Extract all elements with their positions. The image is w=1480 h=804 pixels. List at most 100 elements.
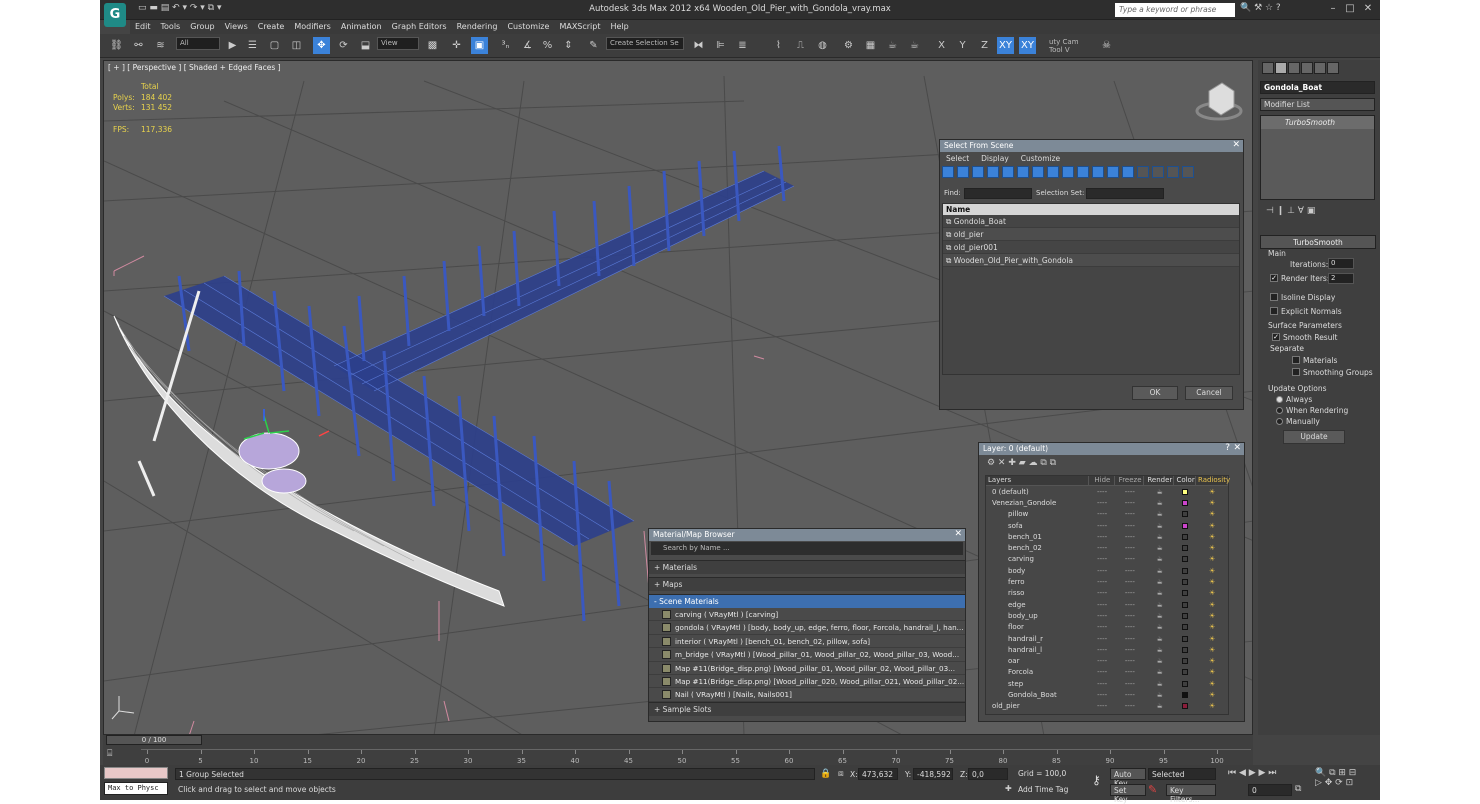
layer-hide-toggle[interactable]: ---- bbox=[1089, 488, 1115, 496]
turbosmooth-rollout-header[interactable]: TurboSmooth bbox=[1260, 235, 1376, 249]
close-icon[interactable]: ✕ bbox=[1232, 140, 1240, 150]
axis-xy-button[interactable]: XY bbox=[997, 37, 1014, 54]
layer-hide-toggle[interactable]: ---- bbox=[1089, 601, 1115, 609]
layer-color-swatch[interactable] bbox=[1175, 544, 1197, 552]
material-list-item[interactable]: carving ( VRayMtl ) [carving] bbox=[649, 608, 965, 622]
select-object-icon[interactable]: ▶ bbox=[224, 37, 241, 54]
spinner-snap-icon[interactable]: ⇕ bbox=[560, 37, 577, 54]
list-item[interactable]: ⧉ old_pier001 bbox=[943, 241, 1239, 254]
layer-row[interactable]: body_up ---- ---- ☕ ☀ bbox=[986, 610, 1228, 621]
layer-row[interactable]: sofa ---- ---- ☕ ☀ bbox=[986, 520, 1228, 531]
layer-hide-toggle[interactable]: ---- bbox=[1089, 680, 1115, 688]
current-frame-field[interactable]: 0 bbox=[1248, 784, 1292, 796]
material-list-item[interactable]: Map #11(Bridge_disp.png) [Wood_pillar_02… bbox=[649, 675, 965, 689]
layer-row[interactable]: edge ---- ---- ☕ ☀ bbox=[986, 599, 1228, 610]
layer-row[interactable]: body ---- ---- ☕ ☀ bbox=[986, 565, 1228, 576]
teapot-render-icon[interactable]: ☕ bbox=[1145, 578, 1175, 586]
teapot-render-icon[interactable]: ☕ bbox=[1145, 555, 1175, 563]
material-list-item[interactable]: Map #11(Bridge_disp.png) [Wood_pillar_01… bbox=[649, 662, 965, 675]
layer-color-swatch[interactable] bbox=[1174, 499, 1196, 507]
material-list-item[interactable]: gondola ( VRayMtl ) [body, body_up, edge… bbox=[649, 621, 965, 635]
stack-item-turbosmooth[interactable]: TurboSmooth bbox=[1261, 116, 1374, 129]
layer-hide-toggle[interactable]: ---- bbox=[1089, 555, 1115, 563]
layer-name[interactable]: body bbox=[986, 567, 1089, 575]
teapot-render-icon[interactable]: ☕ bbox=[1145, 623, 1175, 631]
lock-selection-icon[interactable]: 🔒 bbox=[820, 769, 831, 779]
axis-xy-cycle-button[interactable]: XY bbox=[1019, 37, 1036, 54]
close-button[interactable]: ✕ bbox=[1360, 3, 1376, 17]
layer-freeze-toggle[interactable]: ---- bbox=[1115, 589, 1145, 597]
ok-button[interactable]: OK bbox=[1132, 386, 1178, 400]
axis-z-button[interactable]: Z bbox=[976, 37, 993, 54]
section-scene-materials[interactable]: - Scene Materials bbox=[649, 594, 965, 608]
reference-coordinate-dropdown[interactable]: View bbox=[377, 37, 419, 50]
teapot-render-icon[interactable]: ☕ bbox=[1145, 567, 1175, 575]
layer-manager-icon[interactable]: ≣ bbox=[734, 37, 751, 54]
separate-materials-checkbox[interactable] bbox=[1292, 356, 1300, 364]
teapot-render-icon[interactable]: ☕ bbox=[1145, 691, 1175, 699]
layer-hide-toggle[interactable]: ---- bbox=[1089, 533, 1115, 541]
always-radio[interactable] bbox=[1276, 396, 1283, 403]
utility-label[interactable]: uty Cam Tool V bbox=[1046, 37, 1096, 54]
selection-filter-dropdown[interactable]: All bbox=[176, 37, 220, 50]
layer-row[interactable]: risso ---- ---- ☕ ☀ bbox=[986, 588, 1228, 599]
material-list-item[interactable]: Nail ( VRayMtl ) [Nails, Nails001] bbox=[649, 688, 965, 702]
layer-freeze-toggle[interactable]: ---- bbox=[1115, 668, 1145, 676]
layer-color-swatch[interactable] bbox=[1175, 646, 1197, 654]
layer-row[interactable]: floor ---- ---- ☕ ☀ bbox=[986, 622, 1228, 633]
col-radiosity[interactable]: Radiosity bbox=[1196, 476, 1230, 485]
layer-hide-toggle[interactable]: ---- bbox=[1089, 623, 1115, 631]
layer-freeze-toggle[interactable]: ---- bbox=[1115, 691, 1145, 699]
minimize-button[interactable]: – bbox=[1325, 3, 1341, 17]
sfs-menu-display[interactable]: Display bbox=[975, 152, 1015, 165]
time-tag-icon[interactable]: ✚ bbox=[1005, 784, 1012, 793]
layer-manager-title[interactable]: Layer: 0 (default)? ✕ bbox=[979, 443, 1244, 455]
layer-hide-toggle[interactable]: ---- bbox=[1089, 522, 1115, 530]
stack-controls[interactable]: ⊣ ❙ ⊥ ∀ ▣ bbox=[1266, 206, 1315, 216]
layer-row[interactable]: step ---- ---- ☕ ☀ bbox=[986, 678, 1228, 689]
menu-create[interactable]: Create bbox=[253, 20, 290, 33]
render-iterative-icon[interactable]: ☕ bbox=[906, 37, 923, 54]
separate-smoothing-groups-checkbox[interactable] bbox=[1292, 368, 1300, 376]
find-input[interactable] bbox=[964, 188, 1032, 199]
radiosity-icon[interactable]: ☀ bbox=[1196, 533, 1228, 541]
maxscript-listener-input[interactable] bbox=[104, 767, 168, 779]
layer-name[interactable]: carving bbox=[986, 555, 1089, 563]
menu-graph-editors[interactable]: Graph Editors bbox=[387, 20, 452, 33]
schematic-view-icon[interactable]: ⎍ bbox=[792, 37, 809, 54]
layer-freeze-toggle[interactable]: ---- bbox=[1115, 623, 1145, 631]
menu-customize[interactable]: Customize bbox=[502, 20, 554, 33]
layer-freeze-toggle[interactable]: ---- bbox=[1115, 646, 1145, 654]
teapot-render-icon[interactable]: ☕ bbox=[1145, 646, 1175, 654]
manually-radio[interactable] bbox=[1276, 418, 1283, 425]
key-icon[interactable]: ⚷ bbox=[1092, 773, 1101, 787]
radiosity-icon[interactable]: ☀ bbox=[1196, 680, 1228, 688]
window-crossing-icon[interactable]: ◫ bbox=[288, 37, 305, 54]
align-icon[interactable]: ⊫ bbox=[712, 37, 729, 54]
radiosity-icon[interactable]: ☀ bbox=[1196, 499, 1228, 507]
layer-color-swatch[interactable] bbox=[1174, 702, 1196, 710]
update-button[interactable]: Update bbox=[1283, 430, 1345, 444]
keyboard-shortcut-override-icon[interactable]: ▣ bbox=[471, 37, 488, 54]
material-browser-title[interactable]: Material/Map Browser ✕ bbox=[649, 529, 965, 541]
auto-key-button[interactable]: Auto Key bbox=[1110, 768, 1146, 788]
z-coordinate-field[interactable]: 0,0 bbox=[968, 768, 1008, 780]
layer-freeze-toggle[interactable]: ---- bbox=[1115, 510, 1145, 518]
teapot-render-icon[interactable]: ☕ bbox=[1145, 601, 1175, 609]
layer-row[interactable]: old_pier ---- ---- ☕ ☀ bbox=[986, 701, 1228, 712]
radiosity-icon[interactable]: ☀ bbox=[1196, 522, 1228, 530]
menu-modifiers[interactable]: Modifiers bbox=[289, 20, 336, 33]
radiosity-icon[interactable]: ☀ bbox=[1196, 601, 1228, 609]
edit-named-selection-icon[interactable]: ✎ bbox=[585, 37, 602, 54]
teapot-render-icon[interactable]: ☕ bbox=[1145, 657, 1175, 665]
teapot-render-icon[interactable]: ☕ bbox=[1145, 544, 1175, 552]
named-selection-dropdown[interactable]: Create Selection Se bbox=[606, 37, 684, 50]
layer-color-swatch[interactable] bbox=[1175, 589, 1197, 597]
snaps-toggle-icon[interactable]: ³ₙ bbox=[497, 37, 514, 54]
layer-name[interactable]: handrail_l bbox=[986, 646, 1089, 654]
menu-maxscript[interactable]: MAXScript bbox=[554, 20, 605, 33]
layer-hide-toggle[interactable]: ---- bbox=[1089, 668, 1115, 676]
layer-name[interactable]: Forcola bbox=[986, 668, 1089, 676]
teapot-render-icon[interactable]: ☕ bbox=[1145, 533, 1175, 541]
layer-color-swatch[interactable] bbox=[1175, 680, 1197, 688]
